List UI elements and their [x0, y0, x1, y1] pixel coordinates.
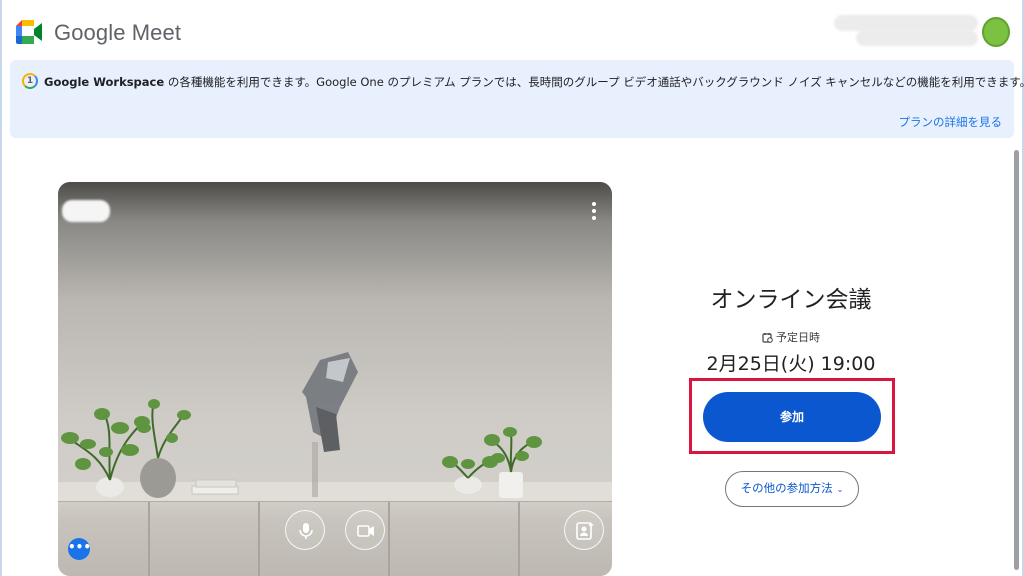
- schedule-label: 予定日時: [612, 329, 970, 345]
- account-email-blurred: [834, 15, 978, 31]
- self-name-label-blurred: [62, 200, 110, 222]
- other-join-options-label: その他の参加方法: [740, 483, 833, 495]
- camera-icon: [357, 525, 374, 537]
- brand-name: Google Meet: [54, 20, 182, 45]
- join-button[interactable]: 参加: [703, 392, 881, 442]
- camera-button[interactable]: [345, 510, 385, 550]
- other-join-options-button[interactable]: その他の参加方法 ⌄: [725, 471, 859, 507]
- more-horiz-icon[interactable]: •••: [68, 538, 91, 560]
- schedule-time: 2月25日(火) 19:00: [706, 353, 876, 375]
- scrollbar-thumb[interactable]: [1014, 150, 1019, 570]
- preview-scene: [61, 352, 542, 498]
- camera-preview: •••: [58, 182, 612, 576]
- mic-button[interactable]: [285, 510, 325, 550]
- avatar[interactable]: [982, 17, 1010, 47]
- banner-message: の各種機能を利用できます。Google One のプレミアム プランでは、長時間…: [164, 75, 1024, 89]
- meeting-title: オンライン会議: [710, 287, 872, 313]
- workspace-banner: 1 Google Workspace の各種機能を利用できます。Google O…: [10, 60, 1024, 138]
- calendar-icon: [762, 333, 773, 343]
- mic-icon: [299, 523, 313, 539]
- account-name-blurred: [856, 30, 978, 46]
- header: Google Meet: [0, 0, 1024, 60]
- more-vert-icon[interactable]: [588, 202, 600, 220]
- banner-workspace-bold: Google Workspace: [44, 75, 165, 89]
- person-frame-icon: [576, 522, 594, 540]
- schedule-label-text: 予定日時: [776, 331, 820, 344]
- google-one-icon: 1: [22, 73, 38, 89]
- google-meet-logo: [16, 20, 42, 44]
- plan-details-link[interactable]: プランの詳細を見る: [899, 114, 1003, 130]
- chevron-down-icon: ⌄: [836, 485, 844, 494]
- visual-effects-button[interactable]: [564, 510, 604, 550]
- banner-text: Google Workspace の各種機能を利用できます。Google One…: [44, 74, 1024, 90]
